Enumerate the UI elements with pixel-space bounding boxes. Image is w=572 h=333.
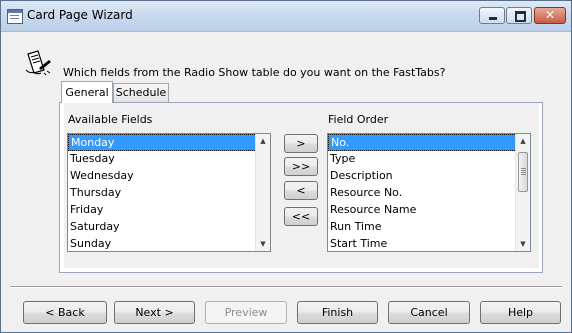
list-item[interactable]: Type xyxy=(328,151,517,168)
tab-schedule[interactable]: Schedule xyxy=(113,83,169,102)
field-order-items: No. Type Description Resource No. Resour… xyxy=(328,134,517,251)
add-all-fields-button[interactable]: >> xyxy=(284,157,318,176)
window-app-icon xyxy=(7,9,23,24)
list-item[interactable]: Thursday xyxy=(68,185,257,202)
close-icon: ✕ xyxy=(544,8,556,22)
field-order-list[interactable]: No. Type Description Resource No. Resour… xyxy=(327,133,531,252)
scroll-down-arrow-icon[interactable]: ▼ xyxy=(516,237,530,251)
cancel-button[interactable]: Cancel xyxy=(388,301,470,324)
available-fields-label: Available Fields xyxy=(68,113,153,126)
window-title: Card Page Wizard xyxy=(27,8,133,22)
scroll-down-arrow-icon[interactable]: ▼ xyxy=(256,237,270,251)
available-fields-items: Monday Tuesday Wednesday Thursday Friday… xyxy=(68,134,257,251)
list-item[interactable]: Friday xyxy=(68,202,257,219)
list-item[interactable]: Tuesday xyxy=(68,151,257,168)
available-fields-list[interactable]: Monday Tuesday Wednesday Thursday Friday… xyxy=(67,133,271,252)
list-item[interactable]: Run Time xyxy=(328,219,517,236)
list-item[interactable]: Resource No. xyxy=(328,185,517,202)
list-item[interactable]: No. xyxy=(328,134,517,151)
next-button[interactable]: Next > xyxy=(114,301,195,324)
wizard-question: Which fields from the Radio Show table d… xyxy=(63,66,446,79)
list-item[interactable]: Monday xyxy=(68,134,257,151)
list-item[interactable]: Description xyxy=(328,168,517,185)
available-fields-scrollbar[interactable]: ▲ ▼ xyxy=(255,134,270,251)
scroll-thumb[interactable] xyxy=(518,152,528,192)
remove-all-fields-button[interactable]: << xyxy=(284,207,318,226)
remove-field-button[interactable]: < xyxy=(284,181,318,200)
field-order-label: Field Order xyxy=(328,113,389,126)
close-button[interactable]: ✕ xyxy=(534,7,566,24)
maximize-icon xyxy=(515,11,526,22)
scroll-up-arrow-icon[interactable]: ▲ xyxy=(256,134,270,148)
title-bar[interactable]: Card Page Wizard ✕ xyxy=(1,1,571,32)
minimize-icon xyxy=(489,17,497,20)
list-item[interactable]: Start Time xyxy=(328,236,517,251)
back-button[interactable]: < Back xyxy=(23,301,107,324)
tab-general[interactable]: General xyxy=(61,81,113,103)
list-item[interactable]: Saturday xyxy=(68,219,257,236)
minimize-button[interactable] xyxy=(479,7,505,24)
wizard-pen-icon xyxy=(25,50,51,76)
list-item[interactable]: Sunday xyxy=(68,236,257,251)
finish-button[interactable]: Finish xyxy=(297,301,378,324)
help-button[interactable]: Help xyxy=(480,301,561,324)
preview-button[interactable]: Preview xyxy=(205,301,287,324)
card-page-wizard-window: Card Page Wizard ✕ Which fields from the… xyxy=(0,0,572,333)
scroll-up-arrow-icon[interactable]: ▲ xyxy=(516,134,530,148)
add-field-button[interactable]: > xyxy=(284,134,318,153)
maximize-button[interactable] xyxy=(506,7,532,24)
list-item[interactable]: Wednesday xyxy=(68,168,257,185)
field-order-scrollbar[interactable]: ▲ ▼ xyxy=(515,134,530,251)
list-item[interactable]: Resource Name xyxy=(328,202,517,219)
footer-separator xyxy=(10,286,562,288)
